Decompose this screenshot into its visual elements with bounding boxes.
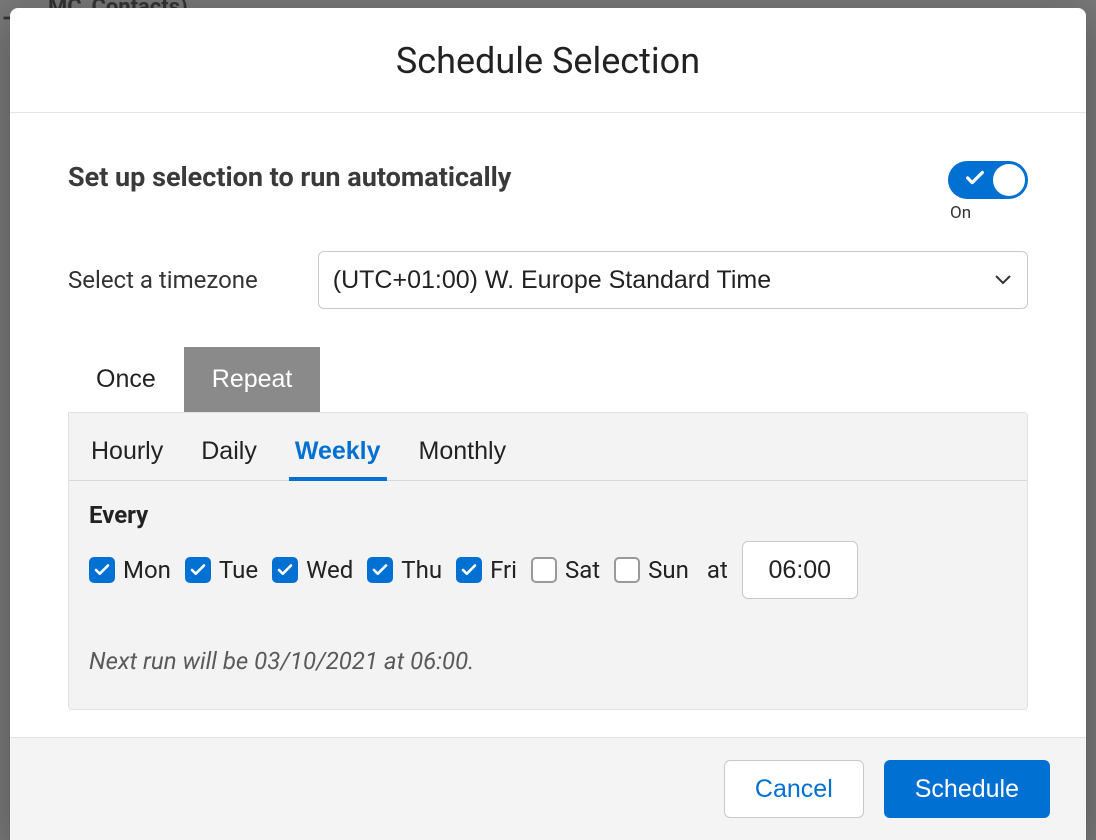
toggle-state-label: On: [950, 203, 971, 223]
checkbox-icon: [456, 557, 482, 583]
every-section: Every Mon Tue Wed Thu Fri Sat Sunat: [69, 481, 1027, 627]
checkbox-icon: [272, 557, 298, 583]
day-label: Tue: [219, 556, 258, 584]
every-label: Every: [89, 501, 1007, 529]
tab-monthly[interactable]: Monthly: [417, 429, 509, 480]
at-label: at: [707, 556, 728, 584]
day-checkbox-wed[interactable]: Wed: [272, 556, 353, 584]
day-checkbox-thu[interactable]: Thu: [367, 556, 442, 584]
checkbox-icon: [531, 557, 557, 583]
checkbox-icon: [185, 557, 211, 583]
schedule-selection-modal: Schedule Selection Set up selection to r…: [10, 8, 1086, 840]
frequency-mode-tabs: Once Repeat: [68, 347, 1028, 412]
cancel-button[interactable]: Cancel: [724, 760, 864, 818]
day-label: Sat: [565, 556, 600, 584]
days-row: Mon Tue Wed Thu Fri Sat Sunat: [89, 541, 1007, 599]
toggle-wrap: On: [948, 161, 1028, 223]
repeat-panel: Hourly Daily Weekly Monthly Every Mon Tue…: [68, 412, 1028, 710]
toggle-knob: [993, 164, 1025, 196]
schedule-button[interactable]: Schedule: [884, 760, 1050, 818]
day-checkbox-sun[interactable]: Sun: [614, 556, 689, 584]
day-label: Sun: [648, 556, 689, 584]
day-checkbox-tue[interactable]: Tue: [185, 556, 258, 584]
modal-header: Schedule Selection: [10, 8, 1086, 113]
auto-run-toggle[interactable]: [948, 161, 1028, 199]
time-input[interactable]: [742, 541, 858, 599]
timezone-select[interactable]: (UTC+01:00) W. Europe Standard Time: [318, 251, 1028, 309]
timezone-label: Select a timezone: [68, 266, 258, 294]
day-label: Thu: [401, 556, 442, 584]
day-label: Fri: [490, 556, 517, 584]
modal-footer: Cancel Schedule: [10, 737, 1086, 840]
day-checkbox-sat[interactable]: Sat: [531, 556, 600, 584]
day-label: Wed: [306, 556, 353, 584]
tab-daily[interactable]: Daily: [199, 429, 259, 480]
next-run-text: Next run will be 03/10/2021 at 06:00.: [69, 627, 1027, 709]
day-checkbox-fri[interactable]: Fri: [456, 556, 517, 584]
modal-title: Schedule Selection: [30, 40, 1066, 82]
checkmark-icon: [964, 167, 986, 194]
checkbox-icon: [367, 557, 393, 583]
day-label: Mon: [123, 556, 171, 584]
setup-automatically-label: Set up selection to run automatically: [68, 161, 511, 193]
modal-body: Set up selection to run automatically On…: [10, 113, 1086, 737]
repeat-frequency-tabs: Hourly Daily Weekly Monthly: [69, 413, 1027, 481]
day-checkbox-mon[interactable]: Mon: [89, 556, 171, 584]
checkbox-icon: [89, 557, 115, 583]
setup-row: Set up selection to run automatically On: [68, 161, 1028, 223]
timezone-row: Select a timezone (UTC+01:00) W. Europe …: [68, 251, 1028, 309]
tab-repeat[interactable]: Repeat: [184, 347, 321, 412]
tab-weekly[interactable]: Weekly: [293, 429, 383, 480]
tab-once[interactable]: Once: [68, 347, 184, 412]
tab-hourly[interactable]: Hourly: [89, 429, 165, 480]
checkbox-icon: [614, 557, 640, 583]
